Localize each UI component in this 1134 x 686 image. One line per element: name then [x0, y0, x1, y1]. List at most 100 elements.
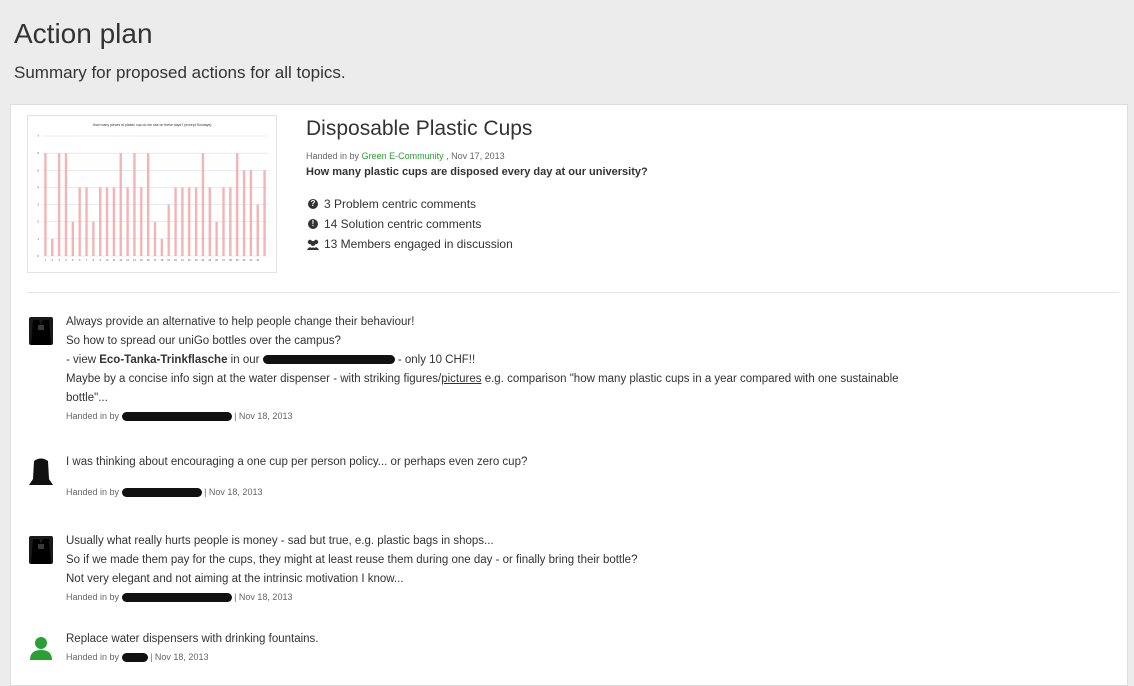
chart-bar [208, 187, 211, 256]
comment-text: I was thinking about encouraging a one c… [66, 456, 528, 468]
chart-bar [229, 187, 232, 256]
users-icon [307, 239, 319, 250]
user-photo-icon [29, 536, 53, 564]
x-tick-label: 18 [160, 259, 163, 262]
chart-bar [133, 153, 136, 256]
x-tick-label: 32 [256, 259, 259, 262]
x-tick-label: 26 [215, 259, 218, 262]
page-title: Action plan [14, 18, 153, 49]
divider [27, 292, 1119, 293]
comment-text: bottle"... [66, 392, 108, 404]
x-tick-label: 5 [72, 259, 74, 262]
author-link[interactable]: Green E-Community [362, 151, 444, 161]
redacted-author[interactable] [121, 653, 148, 663]
y-tick-label: 2 [37, 220, 39, 224]
chart-bar [140, 187, 143, 256]
comment-text: So how to spread our uniGo bottles over … [66, 335, 341, 347]
topic-title[interactable]: Disposable Plastic Cups [306, 117, 648, 141]
comment-meta: Handed in by | Nov 18, 2013 [66, 487, 263, 498]
x-tick-label: 6 [79, 259, 81, 262]
x-tick-label: 3 [58, 259, 60, 262]
comment-text: Not very elegant and not aiming at the i… [66, 573, 404, 585]
chart-bar [119, 153, 122, 256]
page-subtitle: Summary for proposed actions for all top… [14, 63, 346, 82]
exclamation-circle-icon: ! [308, 219, 318, 229]
handed-in-label: Handed in by [306, 151, 360, 161]
chart-bar [235, 153, 239, 256]
x-tick-label: 13 [126, 259, 129, 262]
user-photo-icon [29, 317, 53, 345]
x-tick-label: 19 [167, 259, 170, 262]
comment-meta: Handed in by | Nov 18, 2013 [66, 411, 293, 422]
x-tick-label: 10 [106, 259, 109, 262]
chart-bar [256, 204, 259, 256]
x-tick-label: 21 [181, 259, 184, 262]
redacted-link[interactable] [262, 355, 395, 365]
x-tick-label: 25 [208, 259, 211, 262]
stat-solution-comments: ! 14 Solution centric comments [306, 214, 648, 234]
comment-item: Always provide an alternative to help pe… [29, 313, 1107, 423]
chart-bar [242, 170, 246, 256]
chart-bar [215, 221, 218, 256]
redacted-author[interactable] [121, 412, 232, 422]
chart-bar [263, 170, 266, 256]
topic-stats: ? 3 Problem centric comments ! 14 Soluti… [306, 194, 648, 254]
y-tick-label: 4 [37, 185, 39, 189]
pictures-link[interactable]: pictures [441, 373, 481, 385]
chart-bar [71, 221, 75, 256]
chart-bar [249, 170, 253, 256]
chart-bar [64, 153, 68, 256]
redacted-author[interactable] [121, 593, 232, 603]
x-tick-label: 31 [249, 259, 252, 262]
x-tick-label: 14 [133, 259, 136, 262]
topic-chart-thumbnail[interactable]: How many pieces of plastic cup do we use… [27, 115, 277, 273]
x-tick-label: 30 [243, 259, 246, 262]
comment-item: Replace water dispensers with drinking f… [29, 630, 1107, 664]
x-tick-label: 29 [236, 259, 239, 262]
stat-members: 13 Members engaged in discussion [306, 234, 648, 254]
chart-bar [160, 238, 164, 256]
y-tick-label: 0 [37, 254, 39, 258]
comment-text: Usually what really hurts people is mone… [66, 535, 494, 547]
y-tick-label: 6 [37, 151, 39, 155]
x-tick-label: 8 [93, 259, 95, 262]
x-tick-label: 28 [229, 259, 232, 262]
chart-bar [153, 221, 157, 256]
x-tick-label: 22 [188, 259, 191, 262]
comment-text: - view Eco-Tanka-Trinkflasche in our - o… [66, 354, 476, 366]
chart-title: How many pieces of plastic cup do we use… [93, 123, 212, 127]
stat-label: 13 Members engaged in discussion [324, 237, 513, 251]
question-circle-icon: ? [308, 199, 318, 209]
chart-bar [51, 238, 54, 256]
chart-bar [44, 153, 47, 256]
comment-meta: Handed in by | Nov 18, 2013 [66, 652, 209, 663]
chart-bar [105, 187, 109, 256]
comment-meta: Handed in by | Nov 18, 2013 [66, 592, 293, 603]
comment-text: Replace water dispensers with drinking f… [66, 633, 319, 645]
chart-bar [146, 153, 150, 256]
user-default-icon [30, 637, 52, 660]
x-tick-label: 23 [195, 259, 198, 262]
x-tick-label: 2 [52, 259, 54, 262]
chart-bar [188, 187, 191, 256]
x-tick-label: 7 [86, 259, 88, 262]
stat-problem-comments: ? 3 Problem centric comments [306, 194, 648, 214]
comment-text: Maybe by a concise info sign at the wate… [66, 373, 899, 385]
x-tick-label: 12 [119, 259, 122, 262]
comment-item: Usually what really hurts people is mone… [29, 532, 1107, 604]
comment-text: So if we made them pay for the cups, the… [66, 554, 638, 566]
chart-bar [167, 204, 170, 256]
chart-bar [194, 187, 198, 256]
stat-label: 14 Solution centric comments [324, 217, 482, 231]
y-tick-label: 1 [37, 237, 39, 241]
redacted-author[interactable] [121, 488, 202, 498]
chart-bar [78, 187, 81, 256]
bar-chart: How many pieces of plastic cup do we use… [37, 123, 268, 262]
chart-bar [92, 221, 95, 256]
chart-bar [201, 153, 205, 256]
chart-bar [174, 187, 177, 256]
chart-bar [126, 187, 129, 256]
x-tick-label: 15 [140, 259, 143, 262]
stat-label: 3 Problem centric comments [324, 197, 477, 211]
x-tick-label: 1 [45, 259, 47, 262]
